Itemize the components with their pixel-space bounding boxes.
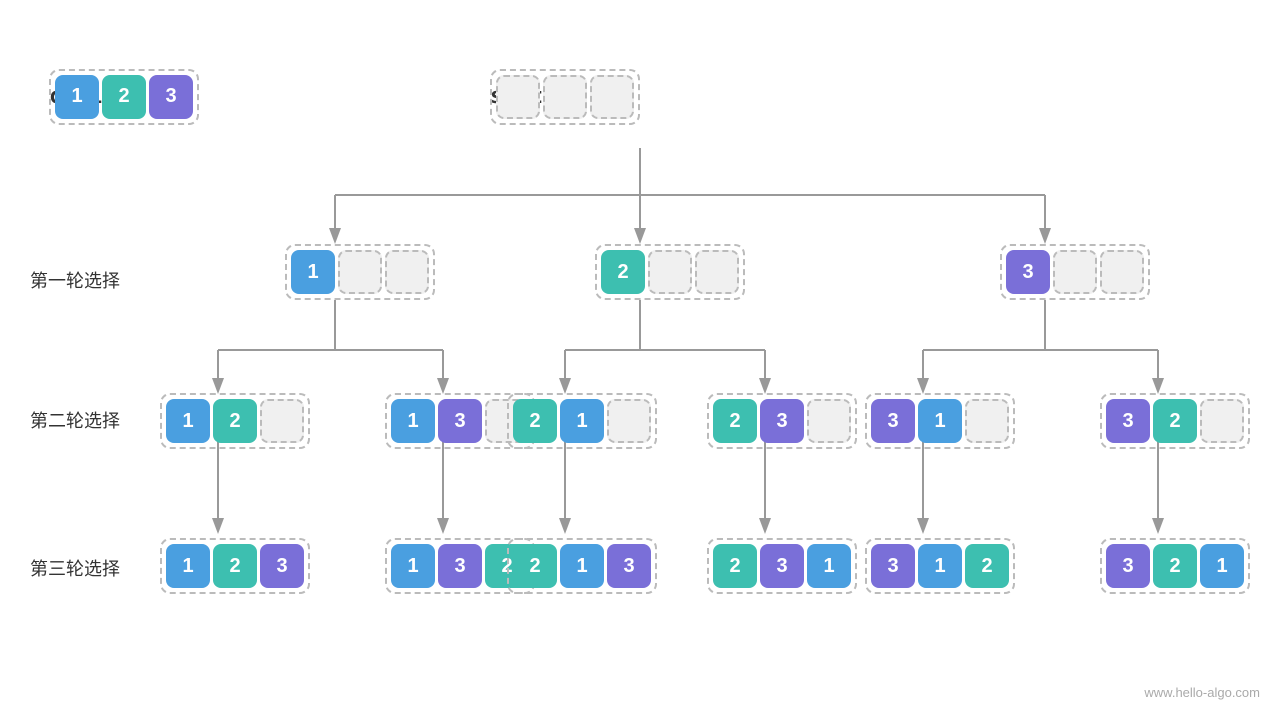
cell: 3 bbox=[760, 399, 804, 443]
cell: 1 bbox=[1200, 544, 1244, 588]
cell: 1 bbox=[291, 250, 335, 294]
cell: 1 bbox=[166, 544, 210, 588]
cell: 2 bbox=[713, 399, 757, 443]
l2-node-6: 3 2 bbox=[1100, 393, 1250, 449]
cell: 2 bbox=[1153, 399, 1197, 443]
cell: 1 bbox=[918, 544, 962, 588]
l3-node-5: 3 1 2 bbox=[865, 538, 1015, 594]
cell: 2 bbox=[213, 544, 257, 588]
cell: 3 bbox=[438, 399, 482, 443]
cell: 1 bbox=[391, 399, 435, 443]
cell: 3 bbox=[607, 544, 651, 588]
cell: 1 bbox=[807, 544, 851, 588]
cell-empty bbox=[607, 399, 651, 443]
l1-node-3: 3 bbox=[1000, 244, 1150, 300]
choice-2: 2 bbox=[102, 75, 146, 119]
cell: 3 bbox=[871, 399, 915, 443]
cell: 2 bbox=[713, 544, 757, 588]
choice-1: 1 bbox=[55, 75, 99, 119]
cell: 2 bbox=[513, 544, 557, 588]
cell-empty bbox=[695, 250, 739, 294]
state-header: state = bbox=[490, 84, 583, 109]
state-slot-2 bbox=[543, 75, 587, 119]
state-slot-3 bbox=[590, 75, 634, 119]
l1-node-2: 2 bbox=[595, 244, 745, 300]
watermark: www.hello-algo.com bbox=[1144, 685, 1260, 700]
cell: 3 bbox=[1106, 399, 1150, 443]
l2-node-3: 2 1 bbox=[507, 393, 657, 449]
cell: 1 bbox=[560, 544, 604, 588]
cell-empty bbox=[1100, 250, 1144, 294]
cell-empty bbox=[965, 399, 1009, 443]
state-box bbox=[490, 69, 640, 125]
l2-node-5: 3 1 bbox=[865, 393, 1015, 449]
l2-node-1: 1 2 bbox=[160, 393, 310, 449]
state-slot-1 bbox=[496, 75, 540, 119]
cell: 1 bbox=[166, 399, 210, 443]
cell: 2 bbox=[1153, 544, 1197, 588]
cell: 1 bbox=[560, 399, 604, 443]
cell: 1 bbox=[918, 399, 962, 443]
l3-node-3: 2 1 3 bbox=[507, 538, 657, 594]
cell-empty bbox=[1053, 250, 1097, 294]
cell: 1 bbox=[391, 544, 435, 588]
l1-node-1: 1 bbox=[285, 244, 435, 300]
cell: 2 bbox=[965, 544, 1009, 588]
cell-empty bbox=[807, 399, 851, 443]
cell: 3 bbox=[1006, 250, 1050, 294]
cell: 3 bbox=[1106, 544, 1150, 588]
choices-box: 1 2 3 bbox=[49, 69, 199, 125]
cell: 3 bbox=[438, 544, 482, 588]
l3-node-4: 2 3 1 bbox=[707, 538, 857, 594]
cell: 2 bbox=[513, 399, 557, 443]
cell: 3 bbox=[760, 544, 804, 588]
round1-label: 第一轮选择 bbox=[30, 267, 120, 293]
l2-node-4: 2 3 bbox=[707, 393, 857, 449]
cell-empty bbox=[385, 250, 429, 294]
round3-label: 第三轮选择 bbox=[30, 555, 120, 581]
choice-3: 3 bbox=[149, 75, 193, 119]
cell: 2 bbox=[601, 250, 645, 294]
l3-node-1: 1 2 3 bbox=[160, 538, 310, 594]
cell: 2 bbox=[213, 399, 257, 443]
cell-empty bbox=[260, 399, 304, 443]
cell: 3 bbox=[260, 544, 304, 588]
choices-header: choices = 1 2 3 bbox=[49, 84, 168, 109]
round2-label: 第二轮选择 bbox=[30, 407, 120, 433]
cell-empty bbox=[1200, 399, 1244, 443]
cell-empty bbox=[648, 250, 692, 294]
cell: 3 bbox=[871, 544, 915, 588]
l3-node-6: 3 2 1 bbox=[1100, 538, 1250, 594]
cell-empty bbox=[338, 250, 382, 294]
